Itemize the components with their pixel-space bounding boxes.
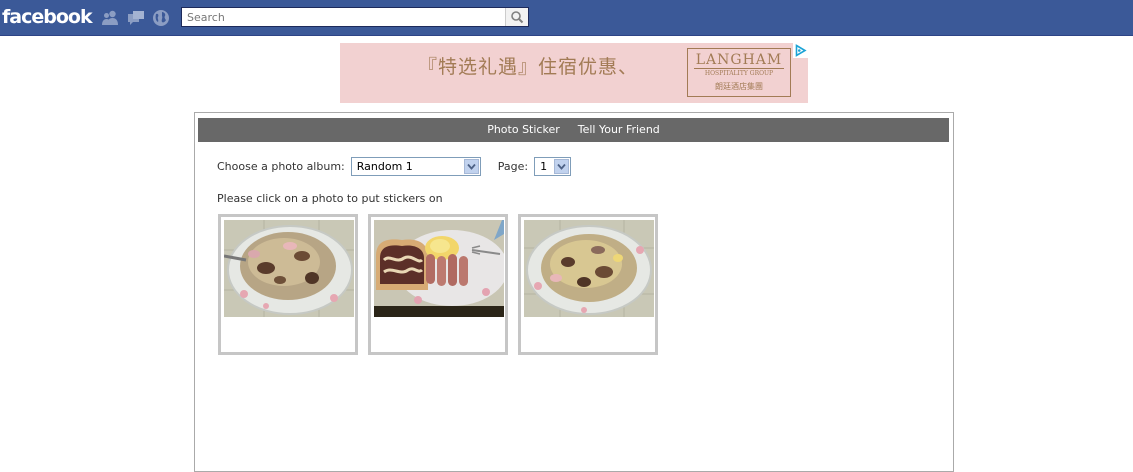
friend-requests-icon[interactable] bbox=[101, 9, 119, 27]
photo-thumbnail-noodle-plate bbox=[224, 220, 354, 317]
album-label: Choose a photo album: bbox=[217, 159, 345, 173]
photo-card-3[interactable] bbox=[518, 214, 658, 355]
facebook-logo[interactable]: facebook bbox=[2, 5, 93, 29]
top-bar: facebook bbox=[0, 0, 1133, 36]
app-canvas: Photo Sticker Tell Your Friend Choose a … bbox=[194, 112, 954, 472]
magnifier-icon bbox=[511, 11, 524, 24]
nav-tell-your-friend[interactable]: Tell Your Friend bbox=[578, 118, 660, 142]
chevron-down-icon bbox=[463, 158, 479, 174]
ad-brand-cn: 朗廷酒店集團 bbox=[715, 82, 763, 91]
app-nav-bar: Photo Sticker Tell Your Friend bbox=[198, 118, 949, 142]
search-input[interactable] bbox=[182, 8, 506, 26]
ad-brand-sub: HOSPITALITY GROUP bbox=[694, 68, 784, 78]
ad-brand: LANGHAM bbox=[695, 52, 783, 68]
photo-card-1[interactable] bbox=[218, 214, 358, 355]
messages-icon[interactable] bbox=[127, 9, 145, 27]
album-controls: Choose a photo album: Random 1 Page: 1 bbox=[217, 155, 572, 177]
nav-photo-sticker[interactable]: Photo Sticker bbox=[487, 118, 560, 142]
langham-logo: LANGHAM HOSPITALITY GROUP 朗廷酒店集團 bbox=[687, 48, 791, 97]
page-label: Page: bbox=[497, 159, 529, 173]
ad-banner[interactable]: 『特选礼遇』住宿优惠、 LANGHAM HOSPITALITY GROUP 朗廷… bbox=[340, 43, 808, 103]
adchoices-icon[interactable] bbox=[793, 43, 808, 58]
album-select[interactable]: Random 1 bbox=[350, 156, 481, 176]
page-select-value: 1 bbox=[540, 159, 548, 173]
notifications-globe-icon[interactable] bbox=[152, 9, 170, 27]
album-select-value: Random 1 bbox=[356, 159, 413, 173]
instruction-text: Please click on a photo to put stickers … bbox=[217, 192, 443, 205]
ad-headline: 『特选礼遇』住宿优惠、 bbox=[418, 56, 639, 78]
chevron-down-icon bbox=[554, 158, 570, 174]
photo-thumbnail-noodle-plate bbox=[524, 220, 654, 317]
page-select[interactable]: 1 bbox=[534, 156, 572, 176]
search-button[interactable] bbox=[505, 8, 528, 26]
photo-thumbnail-breakfast-plate bbox=[374, 220, 504, 317]
photo-card-2[interactable] bbox=[368, 214, 508, 355]
photo-grid bbox=[218, 214, 658, 355]
search-box bbox=[181, 7, 529, 27]
